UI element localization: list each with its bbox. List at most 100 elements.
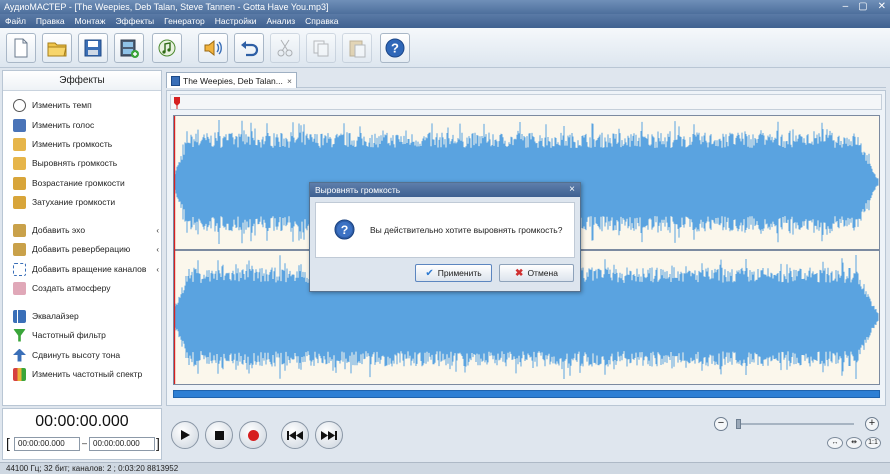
help-icon: ?: [385, 38, 405, 58]
effect-add-echo[interactable]: Добавить эхо ‹: [13, 222, 161, 238]
submenu-arrow-icon: ‹: [156, 225, 159, 235]
new-file-button[interactable]: [6, 33, 36, 63]
effect-change-tempo[interactable]: Изменить темп: [13, 97, 161, 113]
window-title-bar: АудиоМАСТЕР - [The Weepies, Deb Talan, S…: [0, 0, 890, 14]
rotate-channels-icon: [13, 262, 26, 276]
effect-pitch-shift[interactable]: Сдвинуть высоту тона: [13, 347, 161, 363]
add-video-button[interactable]: [114, 33, 144, 63]
open-file-button[interactable]: [42, 33, 72, 63]
time-panel: 00:00:00.000 [ 00:00:00.000 – 00:00:00.0…: [2, 408, 162, 460]
add-music-icon: [158, 39, 176, 57]
effect-frequency-filter[interactable]: Частотный фильтр: [13, 327, 161, 343]
submenu-arrow-icon: ‹: [156, 244, 159, 254]
effect-frequency-spectrum[interactable]: Изменить частотный спектр: [13, 366, 161, 382]
horizontal-scrollbar[interactable]: [173, 390, 880, 398]
add-video-icon: [120, 39, 139, 58]
effect-create-atmosphere[interactable]: Создать атмосферу: [13, 280, 161, 296]
range-bracket-right: ]: [156, 435, 160, 451]
record-icon: [247, 429, 259, 441]
speaker-icon: [13, 137, 26, 151]
filter-icon: [13, 328, 26, 342]
save-button[interactable]: [78, 33, 108, 63]
svg-text:?: ?: [341, 223, 349, 237]
effect-add-reverb[interactable]: Добавить реверберацию ‹: [13, 241, 161, 257]
zoom-slider-track[interactable]: [736, 423, 854, 425]
rewind-button[interactable]: [281, 421, 309, 449]
audio-wizard-button[interactable]: [198, 33, 228, 63]
transport-controls: − + ↔ ⇹ 1:1: [166, 408, 886, 460]
copy-icon: [313, 40, 329, 57]
dialog-close-icon[interactable]: ×: [569, 183, 575, 197]
menu-montage[interactable]: Монтаж: [70, 14, 111, 28]
menu-edit[interactable]: Правка: [31, 14, 70, 28]
paste-button[interactable]: [342, 33, 372, 63]
add-music-button[interactable]: [152, 33, 182, 63]
cut-button[interactable]: [270, 33, 300, 63]
effect-fade-out[interactable]: Затухание громкости: [13, 194, 161, 210]
cut-icon: [277, 39, 293, 57]
clock-icon: [13, 98, 26, 112]
zoom-selection-button[interactable]: ⇹: [846, 437, 862, 449]
timeline-ruler[interactable]: [170, 94, 882, 110]
cross-icon: ✖: [515, 267, 524, 279]
save-icon: [84, 39, 102, 57]
close-icon[interactable]: ✕: [878, 0, 886, 14]
effect-change-voice[interactable]: Изменить голос: [13, 117, 161, 133]
stop-icon: [214, 430, 224, 440]
minimize-icon[interactable]: –: [843, 0, 849, 14]
reverb-icon: [13, 242, 26, 256]
playhead-marker[interactable]: [174, 97, 180, 109]
atmosphere-icon: [13, 281, 26, 295]
menu-bar: Файл Правка Монтаж Эффекты Генератор Нас…: [0, 14, 890, 28]
stop-button[interactable]: [205, 421, 233, 449]
effect-equalizer[interactable]: Эквалайзер: [13, 308, 161, 324]
fast-forward-button[interactable]: [315, 421, 343, 449]
document-tabs: The Weepies, Deb Talan... ×: [166, 72, 886, 88]
cancel-button[interactable]: ✖ Отмена: [499, 264, 574, 282]
effects-panel: Эффекты Изменить темп Изменить голос Изм…: [2, 70, 162, 406]
record-button[interactable]: [239, 421, 267, 449]
effect-change-volume[interactable]: Изменить громкость: [13, 136, 161, 152]
dialog-title: Выровнять громкость: [315, 185, 401, 195]
fast-forward-icon: [321, 430, 337, 440]
selection-start-input[interactable]: 00:00:00.000: [14, 437, 80, 451]
audio-wizard-icon: [204, 39, 222, 57]
zoom-fit-button[interactable]: ↔: [827, 437, 843, 449]
paste-icon: [349, 40, 366, 58]
menu-file[interactable]: Файл: [0, 14, 31, 28]
menu-help[interactable]: Справка: [300, 14, 343, 28]
copy-button[interactable]: [306, 33, 336, 63]
menu-settings[interactable]: Настройки: [210, 14, 262, 28]
menu-effects[interactable]: Эффекты: [110, 14, 159, 28]
play-icon: [181, 430, 190, 440]
menu-analysis[interactable]: Анализ: [261, 14, 300, 28]
effect-channel-rotation[interactable]: Добавить вращение каналов ‹: [13, 261, 161, 277]
tab-current-file[interactable]: The Weepies, Deb Talan... ×: [166, 72, 297, 88]
maximize-icon[interactable]: ▢: [858, 0, 867, 14]
person-icon: [13, 118, 26, 132]
undo-button[interactable]: [234, 33, 264, 63]
equalizer-icon: [13, 309, 26, 323]
play-button[interactable]: [171, 421, 199, 449]
range-separator: –: [82, 438, 88, 448]
menu-generator[interactable]: Генератор: [159, 14, 210, 28]
zoom-one-to-one-button[interactable]: 1:1: [865, 437, 881, 449]
zoom-slider-thumb[interactable]: [736, 419, 741, 429]
svg-text:?: ?: [391, 41, 399, 56]
effects-panel-title: Эффекты: [3, 71, 161, 91]
dialog-title-bar: Выровнять громкость ×: [310, 183, 580, 197]
effect-fade-in[interactable]: Возрастание громкости: [13, 175, 161, 191]
selection-end-input[interactable]: 00:00:00.000: [89, 437, 155, 451]
question-icon: ?: [334, 219, 355, 240]
new-file-icon: [14, 38, 28, 58]
undo-icon: [241, 41, 259, 57]
zoom-in-button[interactable]: +: [865, 417, 879, 431]
zoom-out-button[interactable]: −: [714, 417, 728, 431]
audio-format-info: 44100 Гц; 32 бит; каналов: 2 ; 0:03:20 8…: [6, 464, 179, 473]
current-time-display: 00:00:00.000: [35, 413, 129, 430]
help-button[interactable]: ?: [380, 33, 410, 63]
apply-button[interactable]: ✔ Применить: [415, 264, 492, 282]
effect-normalize-volume[interactable]: Выровнять громкость: [13, 155, 161, 171]
normalize-volume-dialog: Выровнять громкость × ? Вы действительно…: [309, 182, 581, 292]
tab-close-icon[interactable]: ×: [287, 76, 292, 86]
